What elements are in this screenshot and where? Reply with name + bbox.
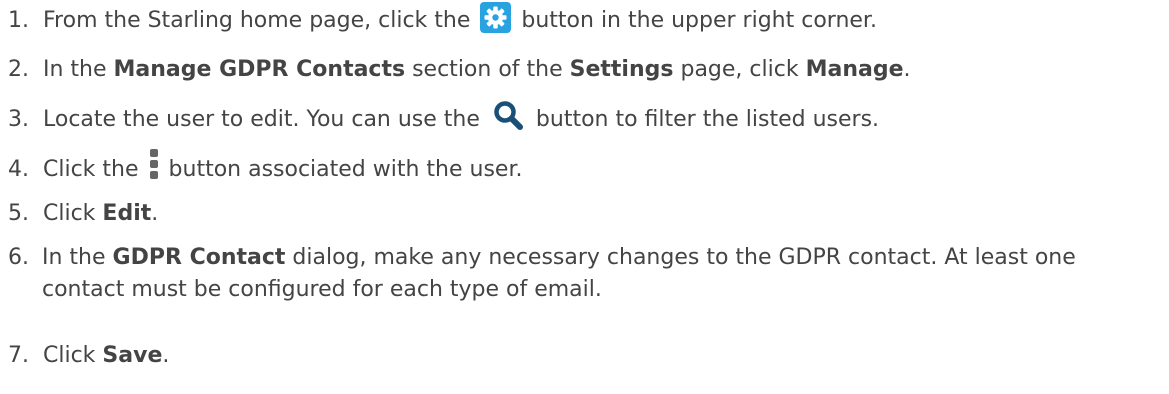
bold-term: Settings: [569, 57, 674, 82]
step-text: In the GDPR Contact dialog, make any nec…: [42, 245, 1076, 302]
step-number: 3.: [8, 107, 29, 132]
step-4: 4. Click the button associated with the u…: [8, 149, 1163, 186]
step-text: Locate the user to edit. You can use the…: [43, 101, 879, 132]
step-number: 2.: [8, 57, 29, 82]
step-text: Click the button associated with the use…: [43, 149, 523, 182]
bold-term: GDPR Contact: [112, 245, 286, 270]
step-5: 5. Click Edit.: [8, 198, 1163, 230]
bold-term: Edit: [102, 201, 152, 226]
procedure-steps: 1. From the Starling home page, click the: [0, 0, 1169, 394]
step-text: Click Save.: [43, 343, 170, 368]
step-text: Click Edit.: [43, 201, 159, 226]
step-number: 4.: [8, 157, 29, 182]
step-text: In the Manage GDPR Contacts section of t…: [43, 57, 911, 82]
step-text: From the Starling home page, click the b…: [43, 1, 877, 33]
step-number: 7.: [8, 343, 29, 368]
step-1: 1. From the Starling home page, click the: [8, 1, 1163, 37]
bold-term: Save: [102, 343, 163, 368]
step-number: 1.: [8, 8, 29, 33]
step-6: 6. In the GDPR Contact dialog, make any n…: [8, 242, 1163, 306]
bold-term: Manage GDPR Contacts: [113, 57, 406, 82]
step-3: 3. Locate the user to edit. You can use t…: [8, 101, 1163, 136]
step-7: 7. Click Save.: [8, 340, 1163, 372]
gear-icon: [480, 1, 512, 33]
kebab-menu-icon: [149, 149, 159, 179]
step-2: 2. In the Manage GDPR Contacts section of…: [8, 54, 1163, 86]
step-number: 5.: [8, 201, 29, 226]
bold-term: Manage: [805, 57, 904, 82]
step-number: 6.: [8, 245, 29, 270]
search-icon: [493, 100, 523, 130]
